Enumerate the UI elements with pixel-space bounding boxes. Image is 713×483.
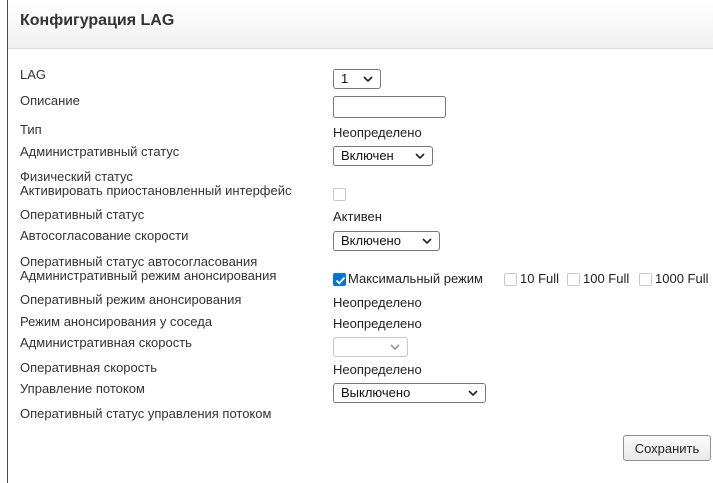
label-admin-status: Административный статус — [20, 144, 180, 159]
label-activate-suspended: Активировать приостановленный интерфейс — [20, 183, 292, 198]
chevron-down-icon — [422, 238, 432, 245]
frame-border — [7, 0, 8, 483]
label-type: Тип — [20, 122, 42, 137]
label-neighbor-advert-mode: Режим анонсирования у соседа — [20, 314, 213, 329]
chevron-down-icon — [363, 76, 373, 83]
label-flow-control: Управление потоком — [20, 381, 145, 396]
autoneg-select-value: Включено — [341, 233, 401, 248]
label-description: Описание — [20, 93, 80, 108]
page-title: Конфигурация LAG — [20, 12, 175, 29]
advert-10-full-label: 10 Full — [520, 271, 560, 286]
chevron-down-icon — [415, 153, 425, 160]
label-admin-advert-mode: Административный режим анонсирования — [20, 268, 277, 283]
check-icon — [335, 276, 346, 285]
oper-status-value: Активен — [333, 209, 382, 224]
advert-max-checkbox[interactable] — [333, 273, 346, 286]
label-autoneg: Автосогласование скорости — [20, 228, 189, 243]
lag-select-value: 1 — [341, 71, 349, 86]
advert-100-full-label: 100 Full — [583, 271, 630, 286]
oper-advert-value: Неопределено — [333, 295, 422, 310]
autoneg-select[interactable]: Включено — [333, 231, 440, 251]
advert-10-full-checkbox[interactable] — [504, 273, 517, 286]
advert-1000-full-label: 1000 Full — [655, 271, 709, 286]
label-oper-autoneg-status: Оперативный статус автосогласования — [20, 254, 258, 269]
oper-speed-value: Неопределено — [333, 362, 422, 377]
admin-status-select[interactable]: Включен — [333, 146, 433, 166]
neighbor-advert-value: Неопределено — [333, 316, 422, 331]
advert-100-full-checkbox[interactable] — [567, 273, 580, 286]
flow-control-select-value: Выключено — [341, 385, 411, 400]
lag-select[interactable]: 1 — [333, 69, 381, 89]
label-admin-speed: Административная скорость — [20, 335, 192, 350]
page-header: Конфигурация LAG — [8, 0, 713, 49]
flow-control-select[interactable]: Выключено — [333, 383, 486, 403]
chevron-down-icon — [390, 344, 400, 351]
advert-1000-full-checkbox[interactable] — [639, 273, 652, 286]
label-oper-status: Оперативный статус — [20, 207, 145, 222]
type-value: Неопределено — [333, 125, 422, 140]
label-oper-advert-mode: Оперативный режим анонсирования — [20, 292, 242, 307]
label-lag: LAG — [20, 67, 47, 82]
advert-max-label: Максимальный режим — [348, 271, 483, 286]
chevron-down-icon — [468, 390, 478, 397]
activate-suspended-checkbox[interactable] — [333, 188, 346, 201]
admin-speed-select[interactable] — [333, 337, 408, 357]
label-oper-flow-control-status: Оперативный статус управления потоком — [20, 406, 272, 421]
description-input[interactable] — [333, 96, 446, 118]
label-oper-speed: Оперативная скорость — [20, 360, 157, 375]
admin-status-select-value: Включен — [341, 148, 394, 163]
label-physical-status: Физический статус — [20, 169, 133, 184]
save-button[interactable]: Сохранить — [623, 435, 711, 461]
